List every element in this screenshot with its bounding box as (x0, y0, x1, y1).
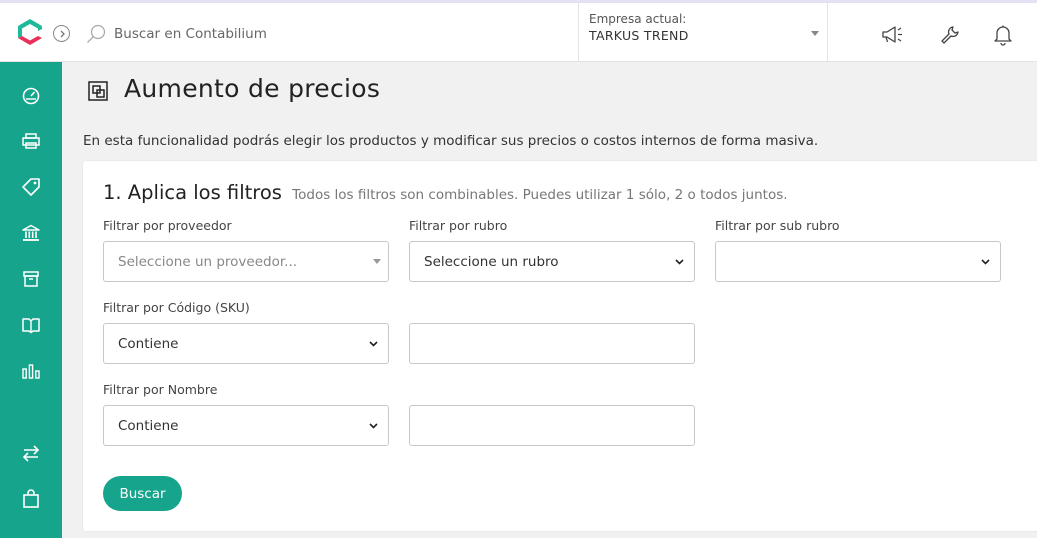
search-input[interactable] (114, 21, 414, 47)
price-increase-icon (87, 80, 109, 102)
dashboard-icon[interactable] (18, 82, 44, 108)
chevron-down-icon (369, 423, 378, 429)
company-selector[interactable]: Empresa actual: TARKUS TREND (578, 3, 828, 62)
search-button[interactable]: Buscar (103, 476, 182, 511)
proveedor-label: Filtrar por proveedor (103, 218, 232, 233)
bar-chart-icon[interactable] (18, 358, 44, 384)
filters-title: 1. Aplica los filtros Todos los filtros … (103, 181, 788, 204)
rubro-label: Filtrar por rubro (409, 218, 508, 233)
top-header: Empresa actual: TARKUS TREND (0, 0, 1037, 62)
sku-mode-select[interactable]: Contiene (103, 323, 389, 364)
caret-down-icon (373, 259, 381, 264)
printer-icon[interactable] (18, 128, 44, 154)
chevron-down-icon (981, 259, 990, 265)
nombre-mode-value: Contiene (118, 417, 179, 434)
company-name: TARKUS TREND (589, 28, 689, 43)
subrubro-select[interactable] (715, 241, 1001, 282)
rubro-select[interactable]: Seleccione un rubro (409, 241, 695, 282)
search-icon (85, 23, 107, 45)
shopping-bag-icon[interactable] (18, 486, 44, 512)
rubro-value: Seleccione un rubro (424, 253, 559, 270)
chevron-down-icon (675, 259, 684, 265)
chevron-down-icon (369, 341, 378, 347)
contabilium-logo[interactable] (15, 17, 45, 47)
nombre-label: Filtrar por Nombre (103, 382, 218, 397)
book-icon[interactable] (18, 312, 44, 338)
sku-input[interactable] (409, 323, 695, 364)
filters-title-text: 1. Aplica los filtros (103, 181, 282, 204)
megaphone-icon[interactable] (881, 22, 907, 48)
nombre-mode-select[interactable]: Contiene (103, 405, 389, 446)
proveedor-select[interactable]: Seleccione un proveedor... (103, 241, 389, 282)
page-title: Aumento de precios (124, 74, 381, 103)
tag-icon[interactable] (18, 174, 44, 200)
wrench-icon[interactable] (937, 22, 963, 48)
company-label: Empresa actual: (589, 12, 687, 26)
page-description: En esta funcionalidad podrás elegir los … (83, 133, 819, 149)
transfer-icon[interactable] (18, 440, 44, 466)
sku-label: Filtrar por Código (SKU) (103, 300, 250, 315)
expand-sidebar-icon[interactable] (53, 25, 70, 42)
proveedor-placeholder: Seleccione un proveedor... (118, 253, 298, 270)
filters-hint: Todos los filtros son combinables. Puede… (292, 187, 788, 203)
filters-card: 1. Aplica los filtros Todos los filtros … (83, 161, 1037, 531)
box-icon[interactable] (18, 266, 44, 292)
bell-icon[interactable] (990, 22, 1016, 48)
bank-icon[interactable] (18, 220, 44, 246)
sidebar (0, 62, 62, 538)
subrubro-label: Filtrar por sub rubro (715, 218, 840, 233)
nombre-input[interactable] (409, 405, 695, 446)
sku-mode-value: Contiene (118, 335, 179, 352)
caret-down-icon (811, 31, 819, 36)
